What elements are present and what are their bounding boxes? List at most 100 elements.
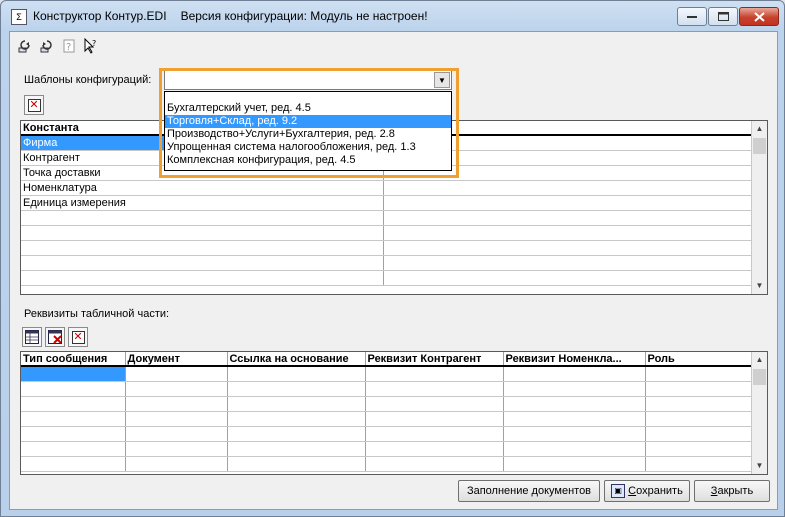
table-cell[interactable] xyxy=(227,456,366,472)
scroll-thumb[interactable] xyxy=(753,369,766,385)
templates-combo[interactable]: ▼ xyxy=(164,70,452,90)
scroll-up-icon[interactable]: ▲ xyxy=(752,121,767,137)
scroll-down-icon[interactable]: ▼ xyxy=(752,458,767,474)
table-cell[interactable] xyxy=(645,456,752,472)
delete-constant-button[interactable]: ✕ xyxy=(24,95,44,115)
table-row[interactable] xyxy=(21,240,752,256)
fill-documents-button[interactable]: Заполнение документов xyxy=(458,480,600,502)
delete-row-button[interactable] xyxy=(45,327,65,347)
table-cell[interactable] xyxy=(125,426,228,442)
template-option-selected[interactable]: Торговля+Склад, ред. 9.2 xyxy=(165,115,451,128)
column-header[interactable]: Тип сообщения xyxy=(21,352,126,367)
table-cell[interactable] xyxy=(21,441,126,457)
table-cell[interactable] xyxy=(21,456,126,472)
table-row[interactable] xyxy=(21,366,752,382)
table-row[interactable] xyxy=(21,441,752,457)
table-cell[interactable] xyxy=(125,411,228,427)
value-cell[interactable] xyxy=(383,180,752,196)
add-row-button[interactable] xyxy=(22,327,42,347)
value-cell[interactable] xyxy=(383,255,752,271)
table-row[interactable] xyxy=(21,210,752,226)
column-header[interactable]: Ссылка на основание xyxy=(227,352,366,367)
column-header[interactable]: Реквизит Контрагент xyxy=(365,352,504,367)
table-cell[interactable] xyxy=(645,411,752,427)
table-cell[interactable] xyxy=(21,426,126,442)
table-row[interactable] xyxy=(21,270,752,286)
table-cell[interactable] xyxy=(503,381,646,397)
table-cell[interactable] xyxy=(503,456,646,472)
table-row[interactable] xyxy=(21,426,752,442)
constant-cell[interactable]: Номенклатура xyxy=(21,180,384,196)
save-button[interactable]: ▣ Сохранить xyxy=(604,480,690,502)
constant-cell[interactable] xyxy=(21,255,384,271)
table-cell[interactable] xyxy=(365,441,504,457)
scroll-down-icon[interactable]: ▼ xyxy=(752,278,767,294)
context-help-icon[interactable]: ? xyxy=(82,37,100,55)
close-button[interactable]: Закрыть xyxy=(694,480,770,502)
table-cell[interactable] xyxy=(21,366,126,382)
table-cell[interactable] xyxy=(503,441,646,457)
scroll-up-icon[interactable]: ▲ xyxy=(752,352,767,368)
table-cell[interactable] xyxy=(645,381,752,397)
table-cell[interactable] xyxy=(125,366,228,382)
table-cell[interactable] xyxy=(503,396,646,412)
maximize-button[interactable] xyxy=(708,7,738,26)
template-option[interactable]: Бухгалтерский учет, ред. 4.5 xyxy=(165,102,451,115)
table-cell[interactable] xyxy=(227,396,366,412)
value-cell[interactable] xyxy=(383,270,752,286)
chevron-down-icon[interactable]: ▼ xyxy=(434,72,450,88)
value-cell[interactable] xyxy=(383,210,752,226)
save-config-icon[interactable] xyxy=(38,37,56,55)
table-cell[interactable] xyxy=(21,381,126,397)
load-config-icon[interactable] xyxy=(16,37,34,55)
close-window-button[interactable] xyxy=(739,7,779,26)
table-cell[interactable] xyxy=(125,396,228,412)
table-cell[interactable] xyxy=(503,411,646,427)
table-cell[interactable] xyxy=(21,411,126,427)
table-cell[interactable] xyxy=(125,381,228,397)
value-cell[interactable] xyxy=(383,225,752,241)
table-cell[interactable] xyxy=(227,381,366,397)
table-cell[interactable] xyxy=(227,411,366,427)
minimize-button[interactable] xyxy=(677,7,707,26)
table-cell[interactable] xyxy=(645,366,752,382)
table-row[interactable] xyxy=(21,456,752,472)
table-cell[interactable] xyxy=(227,426,366,442)
scroll-thumb[interactable] xyxy=(753,138,766,154)
table-cell[interactable] xyxy=(503,366,646,382)
constant-cell[interactable]: Единица измерения xyxy=(21,195,384,211)
table-cell[interactable] xyxy=(227,441,366,457)
table-cell[interactable] xyxy=(365,411,504,427)
constant-cell[interactable] xyxy=(21,240,384,256)
table-cell[interactable] xyxy=(645,396,752,412)
table-cell[interactable] xyxy=(227,366,366,382)
constants-scrollbar[interactable]: ▲ ▼ xyxy=(751,121,767,294)
table-cell[interactable] xyxy=(21,396,126,412)
table-row[interactable] xyxy=(21,396,752,412)
table-row[interactable] xyxy=(21,411,752,427)
template-option[interactable]: Комплексная конфигурация, ред. 4.5 xyxy=(165,154,451,167)
table-cell[interactable] xyxy=(365,366,504,382)
table-row[interactable] xyxy=(21,255,752,271)
table-row[interactable] xyxy=(21,225,752,241)
table-cell[interactable] xyxy=(365,396,504,412)
table-cell[interactable] xyxy=(645,441,752,457)
help-icon[interactable]: ? xyxy=(60,37,78,55)
column-header[interactable]: Документ xyxy=(125,352,228,367)
table-row[interactable]: Единица измерения xyxy=(21,195,752,211)
table-cell[interactable] xyxy=(125,441,228,457)
constant-cell[interactable] xyxy=(21,225,384,241)
table-row[interactable] xyxy=(21,381,752,397)
table-cell[interactable] xyxy=(365,456,504,472)
table-cell[interactable] xyxy=(503,426,646,442)
template-option[interactable]: Производство+Услуги+Бухгалтерия, ред. 2.… xyxy=(165,128,451,141)
table-cell[interactable] xyxy=(365,381,504,397)
value-cell[interactable] xyxy=(383,195,752,211)
table-cell[interactable] xyxy=(645,426,752,442)
column-header[interactable]: Реквизит Номенкла... xyxy=(503,352,646,367)
clear-rows-button[interactable]: ✕ xyxy=(68,327,88,347)
constant-cell[interactable] xyxy=(21,210,384,226)
column-header[interactable]: Роль xyxy=(645,352,752,367)
value-cell[interactable] xyxy=(383,240,752,256)
constant-cell[interactable] xyxy=(21,270,384,286)
